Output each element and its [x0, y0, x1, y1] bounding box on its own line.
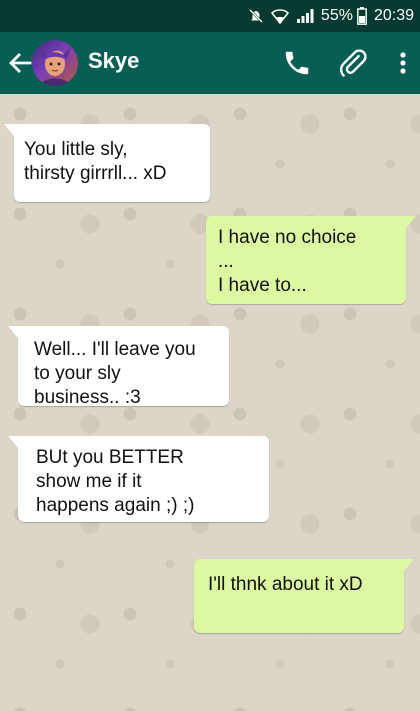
message-text: BUt you BETTER show me if it happens aga…	[36, 447, 195, 516]
mute-icon	[248, 8, 264, 24]
signal-icon	[296, 8, 314, 24]
message-incoming[interactable]: BUt you BETTER show me if it happens aga…	[8, 436, 269, 522]
wifi-icon	[270, 8, 289, 24]
back-button[interactable]	[6, 49, 34, 77]
message-text: You little sly, thirsty girrrll... xD	[24, 139, 167, 184]
paperclip-icon	[340, 49, 367, 77]
message-outgoing[interactable]: I have no choice ... I have to...	[206, 216, 416, 304]
voice-call-button[interactable]	[282, 48, 312, 78]
avatar[interactable]	[32, 40, 78, 86]
attach-button[interactable]	[338, 48, 368, 78]
clock: 20:39	[373, 7, 414, 24]
phone-icon	[285, 51, 309, 75]
status-bar: 55% 20:39	[0, 0, 420, 32]
battery-icon	[357, 7, 367, 25]
more-options-button[interactable]	[393, 48, 413, 78]
chat-header: Skye	[0, 32, 420, 94]
battery-percent: 55%	[320, 7, 353, 24]
contact-name[interactable]: Skye	[88, 48, 139, 74]
message-text: Well... I'll leave you to your sly busin…	[34, 339, 196, 408]
more-vert-icon	[400, 52, 406, 74]
message-outgoing[interactable]: I'll thnk about it xD	[194, 559, 414, 633]
chat-area[interactable]: You little sly, thirsty girrrll... xD I …	[0, 94, 420, 711]
back-arrow-icon	[9, 53, 32, 73]
message-incoming[interactable]: Well... I'll leave you to your sly busin…	[8, 326, 229, 408]
message-text: I'll thnk about it xD	[208, 574, 363, 595]
message-incoming[interactable]: You little sly, thirsty girrrll... xD	[4, 124, 210, 202]
message-text: I have no choice ... I have to...	[218, 227, 357, 296]
